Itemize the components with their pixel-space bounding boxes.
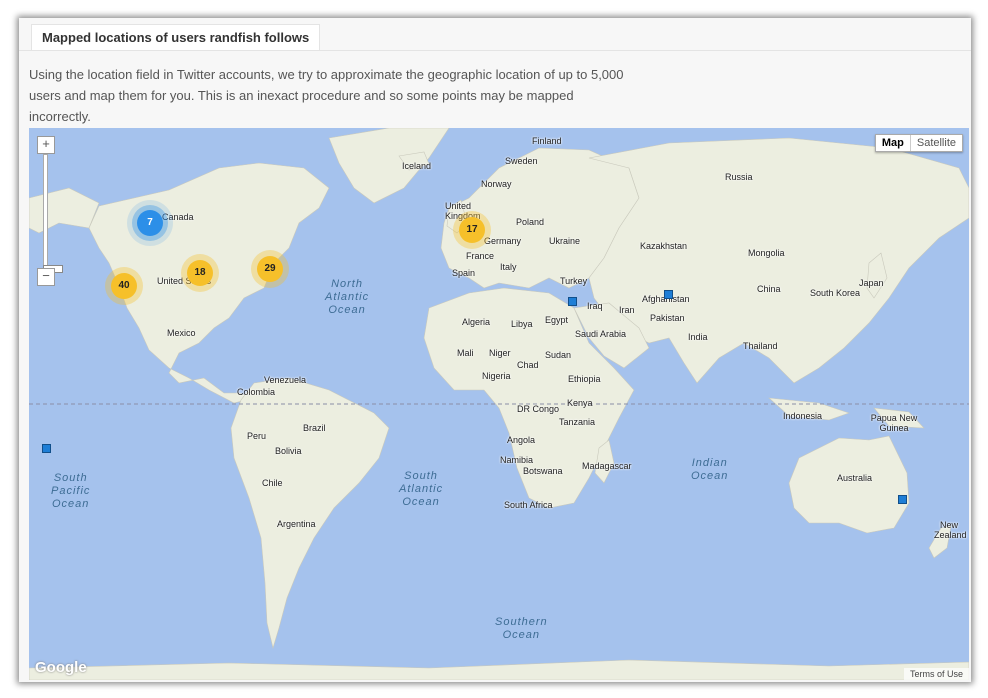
map-label-france: France xyxy=(466,251,495,261)
map-label-peru: Peru xyxy=(247,431,267,441)
zoom-out-button[interactable]: − xyxy=(37,268,55,286)
map-label-dr-congo: DR Congo xyxy=(517,404,560,414)
map-label-poland: Poland xyxy=(516,217,545,227)
map-label-thailand: Thailand xyxy=(743,341,778,351)
map-label-norway: Norway xyxy=(481,179,512,189)
map-label-nigeria: Nigeria xyxy=(482,371,511,381)
map-label-indonesia: Indonesia xyxy=(783,411,823,421)
ocean-label-southern: Southern Ocean xyxy=(495,616,548,641)
map-label-mali: Mali xyxy=(457,348,474,358)
map-location-pin[interactable] xyxy=(898,495,907,504)
zoom-control: + − xyxy=(37,136,63,286)
map-label-angola: Angola xyxy=(507,435,536,445)
map-label-saudi-arabia: Saudi Arabia xyxy=(575,329,627,339)
map-cluster-marker[interactable]: 40 xyxy=(111,273,137,299)
map-label-libya: Libya xyxy=(511,319,533,329)
map-label-turkey: Turkey xyxy=(560,276,588,286)
map-label-south-africa: South Africa xyxy=(504,500,553,510)
map-label-pakistan: Pakistan xyxy=(650,313,685,323)
map-label-iran: Iran xyxy=(619,305,635,315)
map-label-algeria: Algeria xyxy=(462,317,491,327)
tab-divider xyxy=(19,50,971,51)
panel-tab-title[interactable]: Mapped locations of users randfish follo… xyxy=(31,24,321,51)
map-cluster-marker[interactable]: 7 xyxy=(137,210,163,236)
map-type-map-button[interactable]: Map xyxy=(876,135,911,151)
map-cluster-marker[interactable]: 17 xyxy=(459,217,485,243)
map-label-iceland: Iceland xyxy=(402,161,432,171)
map-label-egypt: Egypt xyxy=(545,315,569,325)
map-label-india: India xyxy=(688,332,708,342)
map-label-chad: Chad xyxy=(517,360,539,370)
map-label-russia: Russia xyxy=(725,172,753,182)
map-location-pin[interactable] xyxy=(42,444,51,453)
map-label-canada: Canada xyxy=(162,212,194,222)
map-label-botswana: Botswana xyxy=(523,466,563,476)
map-label-kazakhstan: Kazakhstan xyxy=(640,241,688,251)
map-label-sweden: Sweden xyxy=(505,156,538,166)
map-label-germany: Germany xyxy=(484,236,522,246)
map-label-colombia: Colombia xyxy=(237,387,276,397)
map-label-china: China xyxy=(757,284,781,294)
map-label-namibia: Namibia xyxy=(500,455,534,465)
map-cluster-marker[interactable]: 29 xyxy=(257,256,283,282)
map-label-madagascar: Madagascar xyxy=(582,461,632,471)
ocean-label-indian: Indian Ocean xyxy=(691,457,729,482)
map-cluster-marker[interactable]: 18 xyxy=(187,260,213,286)
terms-of-use-link[interactable]: Terms of Use xyxy=(903,668,969,680)
map-label-south-korea: South Korea xyxy=(810,288,861,298)
map-type-satellite-button[interactable]: Satellite xyxy=(911,135,962,151)
map-label-australia: Australia xyxy=(837,473,873,483)
map-type-control: Map Satellite xyxy=(874,134,963,152)
map-label-chile: Chile xyxy=(262,478,283,488)
map-label-venezuela: Venezuela xyxy=(264,375,307,385)
map-label-ukraine: Ukraine xyxy=(549,236,581,246)
map-label-bolivia: Bolivia xyxy=(275,446,302,456)
zoom-in-button[interactable]: + xyxy=(37,136,55,154)
ocean-label-south-pacific: South Pacific Ocean xyxy=(51,472,91,510)
map-label-japan: Japan xyxy=(859,278,884,288)
map-label-mexico: Mexico xyxy=(167,328,196,338)
map-label-finland: Finland xyxy=(532,136,562,146)
map-label-spain: Spain xyxy=(452,268,476,278)
panel-description: Using the location field in Twitter acco… xyxy=(29,67,624,124)
map-label-brazil: Brazil xyxy=(303,423,326,433)
map-label-sudan: Sudan xyxy=(545,350,572,360)
google-logo: Google xyxy=(35,659,87,676)
map-label-argentina: Argentina xyxy=(277,519,316,529)
map-label-italy: Italy xyxy=(500,262,517,272)
map-label-kenya: Kenya xyxy=(567,398,593,408)
map-label-new-zealand: New Zealand xyxy=(934,520,967,540)
map-location-pin[interactable] xyxy=(664,290,673,299)
map-label-mongolia: Mongolia xyxy=(748,248,785,258)
map-label-tanzania: Tanzania xyxy=(559,417,596,427)
ocean-label-north-atlantic: North Atlantic Ocean xyxy=(325,278,370,316)
ocean-label-south-atlantic: South Atlantic Ocean xyxy=(399,470,444,508)
map-panel: Mapped locations of users randfish follo… xyxy=(19,18,971,682)
zoom-slider-track[interactable] xyxy=(43,154,63,273)
map-label-papua-new-guinea: Papua New Guinea xyxy=(870,413,918,433)
map-location-pin[interactable] xyxy=(568,297,577,306)
map-label-iraq: Iraq xyxy=(587,301,603,311)
map-label-ethiopia: Ethiopia xyxy=(568,374,601,384)
world-map[interactable]: Finland Iceland Sweden Norway Russia Uni… xyxy=(29,128,969,680)
map-label-niger: Niger xyxy=(489,348,511,358)
map-base xyxy=(29,128,969,680)
